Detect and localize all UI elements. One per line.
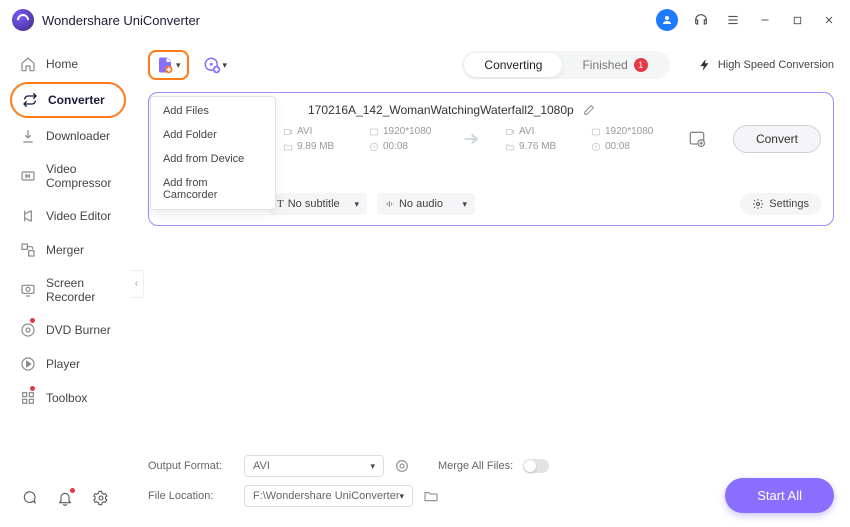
close-button[interactable] [820,11,838,29]
gear-icon [752,198,764,210]
chevron-down-icon: ▾ [354,199,359,210]
resolution-icon [591,127,601,137]
resolution-icon [369,127,379,137]
notifications-icon[interactable] [56,489,74,507]
clock-icon [591,142,601,152]
dst-resolution: 1920*1080 [605,126,653,137]
sidebar-item-downloader[interactable]: Downloader [10,120,126,152]
menu-add-device[interactable]: Add from Device [151,147,275,171]
item-settings-button[interactable]: Settings [740,193,821,215]
sidebar-item-label: Screen Recorder [46,276,116,304]
subtitle-value: No subtitle [288,198,340,210]
arrow-right-icon [461,128,483,150]
app-logo [12,9,34,31]
start-all-button[interactable]: Start All [725,478,834,513]
file-name: 170216A_142_WomanWatchingWaterfall2_1080… [308,103,574,117]
sidebar-item-label: DVD Burner [46,323,111,337]
output-preset-icon[interactable] [687,129,707,149]
sidebar-item-toolbox[interactable]: Toolbox [10,382,126,414]
menu-add-folder[interactable]: Add Folder [151,123,275,147]
app-title: Wondershare UniConverter [42,13,656,28]
sidebar-item-label: Home [46,57,78,71]
sidebar-item-recorder[interactable]: Screen Recorder [10,268,126,312]
chevron-down-icon: ▾ [370,461,375,472]
sidebar-item-merger[interactable]: Merger [10,234,126,266]
video-icon [283,127,293,137]
menu-add-files[interactable]: Add Files [151,99,275,123]
clock-icon [369,142,379,152]
account-avatar[interactable] [656,9,678,31]
sidebar-item-label: Converter [48,93,105,107]
add-dvd-dropdown-button[interactable]: ▾ [199,52,232,78]
chevron-down-icon: ▾ [400,491,405,502]
folder-icon [283,142,293,152]
merge-toggle[interactable] [523,459,549,473]
src-format: AVI [297,126,312,137]
audio-select[interactable]: No audio ▾ [377,193,475,215]
video-icon [505,127,515,137]
file-location-label: File Location: [148,490,234,502]
sidebar-item-player[interactable]: Player [10,348,126,380]
tab-converting[interactable]: Converting [464,53,562,77]
notification-dot [70,488,75,493]
sidebar-item-compressor[interactable]: Video Compressor [10,154,126,198]
sidebar-item-label: Toolbox [46,391,87,405]
settings-icon[interactable] [92,489,110,507]
add-files-menu: Add Files Add Folder Add from Device Add… [150,96,276,210]
sidebar-item-dvd[interactable]: DVD Burner [10,314,126,346]
minimize-button[interactable] [756,11,774,29]
sidebar-item-label: Merger [46,243,84,257]
menu-icon[interactable] [724,11,742,29]
file-location-select[interactable]: F:\Wondershare UniConverter▾ [244,485,413,507]
settings-label: Settings [769,198,809,210]
subtitle-select[interactable]: TNo subtitle ▾ [269,193,367,215]
folder-icon [505,142,515,152]
maximize-button[interactable] [788,11,806,29]
edit-name-icon[interactable] [582,104,595,117]
sidebar-item-label: Downloader [46,129,110,143]
feedback-icon[interactable] [20,489,38,507]
output-format-label: Output Format: [148,460,234,472]
chevron-down-icon: ▾ [223,60,228,71]
sidebar-item-converter[interactable]: Converter [10,82,126,118]
output-format-value: AVI [253,460,270,472]
dst-duration: 00:08 [605,141,630,152]
file-location-value: F:\Wondershare UniConverter [253,490,400,502]
disc-icon [203,56,221,74]
notification-dot [30,318,35,323]
merge-label: Merge All Files: [438,460,513,472]
finished-count-badge: 1 [634,58,648,72]
high-speed-conversion-toggle[interactable]: High Speed Conversion [698,58,834,72]
tab-label: Converting [484,58,542,72]
open-folder-icon[interactable] [423,488,439,504]
sidebar-item-label: Video Compressor [46,162,116,190]
tab-finished[interactable]: Finished 1 [562,53,667,77]
sidebar-item-label: Player [46,357,80,371]
tab-label: Finished [582,58,627,72]
audio-value: No audio [399,198,443,210]
src-resolution: 1920*1080 [383,126,431,137]
output-format-select[interactable]: AVI ▾ [244,455,384,477]
chevron-down-icon: ▾ [462,199,467,210]
chevron-down-icon: ▾ [176,60,181,71]
sidebar-item-home[interactable]: Home [10,48,126,80]
output-settings-icon[interactable] [394,458,410,474]
src-duration: 00:08 [383,141,408,152]
hsc-label: High Speed Conversion [718,59,834,71]
src-size: 9.89 MB [297,141,334,152]
dst-size: 9.76 MB [519,141,556,152]
menu-add-camcorder[interactable]: Add from Camcorder [151,171,275,207]
sidebar-item-label: Video Editor [46,209,111,223]
convert-button[interactable]: Convert [733,125,821,153]
notification-dot [30,386,35,391]
dst-format: AVI [519,126,534,137]
sidebar-item-editor[interactable]: Video Editor [10,200,126,232]
support-icon[interactable] [692,11,710,29]
audio-icon [385,199,395,209]
add-files-dropdown-button[interactable]: ▾ Add Files Add Folder Add from Device A… [148,50,189,80]
add-file-icon [156,56,174,74]
lightning-icon [698,58,712,72]
